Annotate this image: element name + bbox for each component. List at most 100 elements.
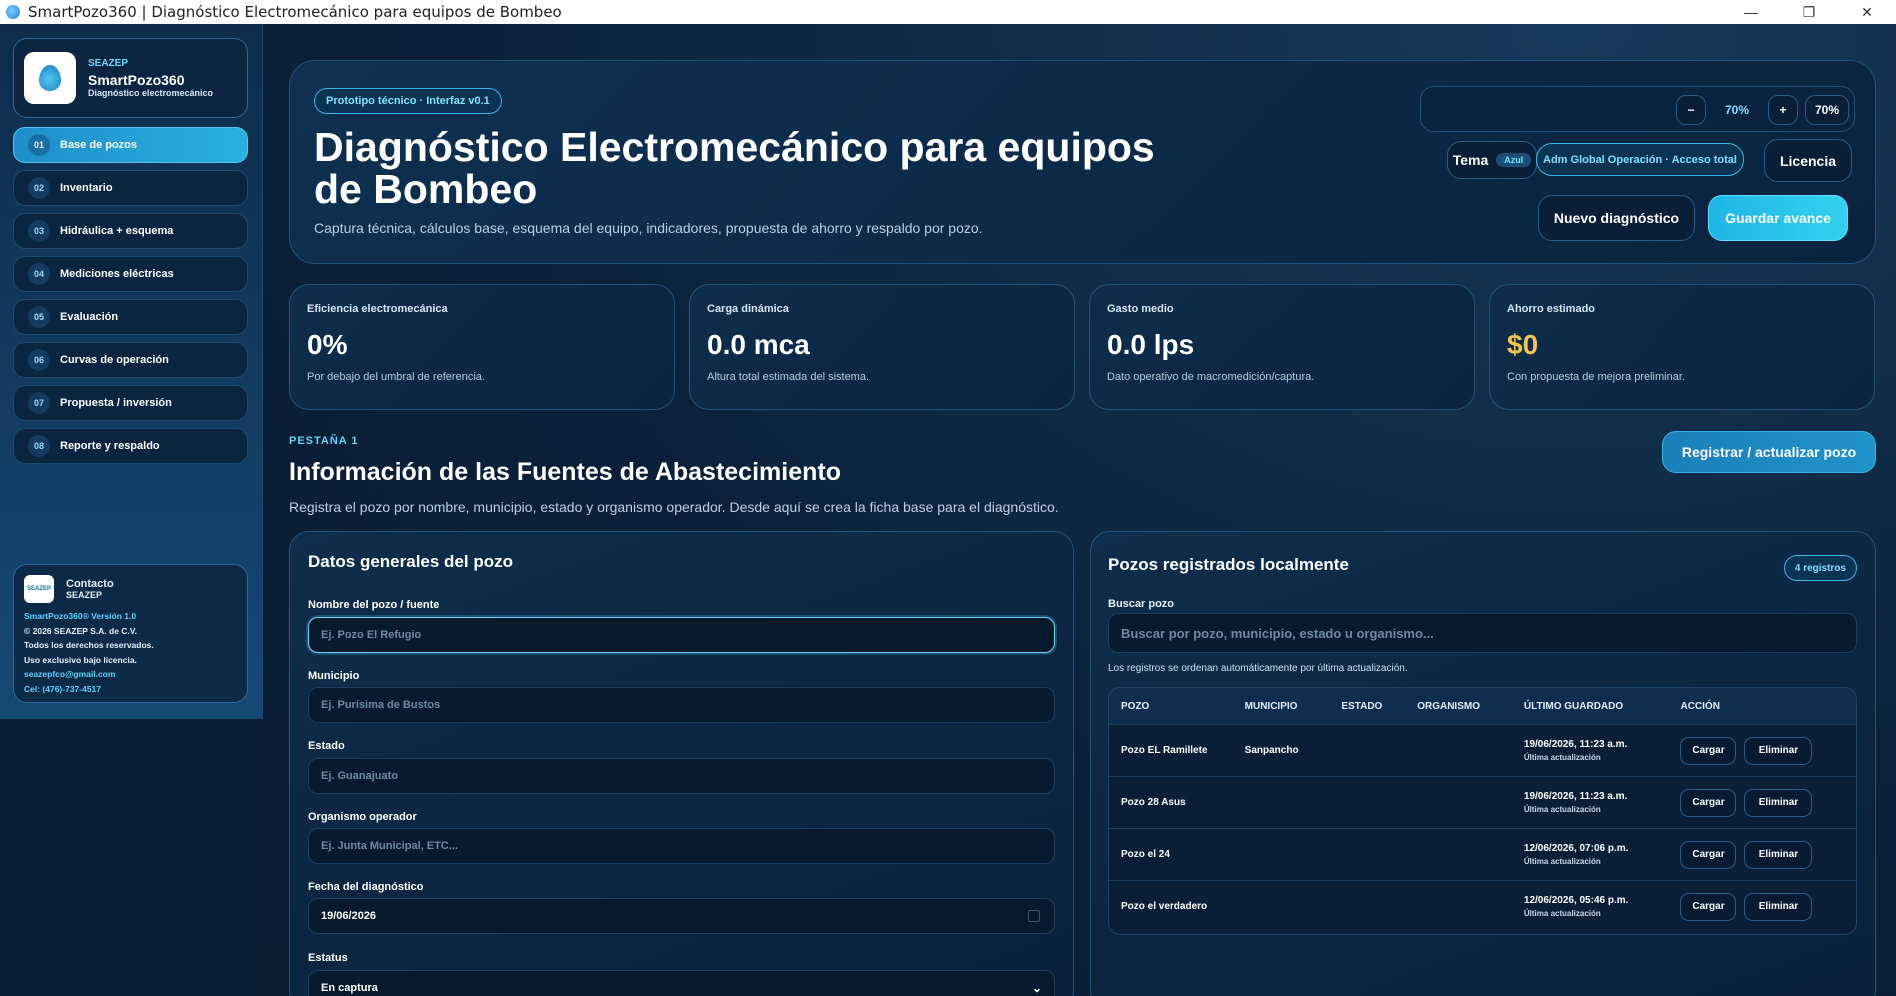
register-well-button[interactable]: Registrar / actualizar pozo — [1662, 431, 1876, 473]
version-text: SmartPozo360® Versión 1.0 — [24, 611, 137, 621]
license-button[interactable]: Licencia — [1764, 139, 1852, 182]
cell-ultimo-guardado: 12/06/2026, 05:46 p.m. Última actualizac… — [1524, 894, 1681, 920]
zoom-reset-button[interactable]: 70% — [1805, 95, 1849, 125]
main-content: Prototipo técnico · Interfaz v0.1 Diagnó… — [263, 24, 1896, 996]
kpi-card-dynamic-head: Carga dinámica 0.0 mca Altura total esti… — [689, 284, 1075, 410]
brand-subtitle: Diagnóstico electromecánico — [88, 88, 214, 98]
theme-value: Azul — [1496, 153, 1532, 167]
zoom-controls: − 70% + 70% — [1420, 86, 1855, 132]
delete-button[interactable]: Eliminar — [1744, 788, 1813, 817]
window-title: SmartPozo360 | Diagnóstico Electromecáni… — [28, 3, 562, 21]
estado-label: Estado — [308, 740, 345, 752]
column-header: ÚLTIMO GUARDADO — [1523, 700, 1624, 712]
sidebar-item-label: Evaluación — [60, 311, 119, 323]
prototype-badge: Prototipo técnico · Interfaz v0.1 — [314, 88, 502, 114]
column-header: ESTADO — [1341, 700, 1383, 712]
kpi-label: Gasto medio — [1107, 303, 1174, 315]
brand-name: SmartPozo360 — [88, 72, 185, 88]
search-input[interactable] — [1108, 613, 1857, 653]
table-row: Pozo el 24 12/06/2026, 07:06 p.m. Última… — [1109, 828, 1856, 880]
app-icon — [6, 5, 20, 19]
load-button[interactable]: Cargar — [1680, 788, 1737, 817]
email-link[interactable]: seazepfco@gmail.com — [24, 667, 237, 682]
minimize-button[interactable]: — — [1722, 0, 1780, 24]
theme-button[interactable]: Tema Azul — [1447, 141, 1537, 179]
section-title: Información de las Fuentes de Abastecimi… — [289, 458, 841, 486]
date-input[interactable]: 19/06/2026 — [308, 898, 1055, 934]
saved-note: Última actualización — [1523, 752, 1601, 762]
brand-card: SEAZEP SmartPozo360 Diagnóstico electrom… — [13, 38, 248, 118]
copyright-text: © 2026 SEAZEP S.A. de C.V. — [24, 625, 138, 636]
sidebar-item-reporte[interactable]: 08 Reporte y respaldo — [13, 428, 248, 464]
estatus-label: Estatus — [308, 952, 348, 964]
page-title: Diagnóstico Electromecánico para equipos… — [314, 124, 1155, 212]
brand-logo — [24, 52, 76, 104]
sidebar-item-base-de-pozos[interactable]: 01 Base de pozos — [13, 127, 248, 163]
sidebar-item-label: Base de pozos — [60, 139, 138, 151]
sidebar-item-hidraulica[interactable]: 03 Hidráulica + esquema — [13, 213, 248, 249]
cell-ultimo-guardado: 12/06/2026, 07:06 p.m. Última actualizac… — [1524, 842, 1681, 868]
nav-number: 02 — [28, 177, 50, 199]
nav-number: 04 — [28, 263, 50, 285]
delete-button[interactable]: Eliminar — [1744, 736, 1813, 765]
records-count-badge: 4 registros — [1783, 555, 1857, 581]
zoom-out-button[interactable]: − — [1676, 95, 1706, 125]
sidebar-item-propuesta[interactable]: 07 Propuesta / inversión — [13, 385, 248, 421]
new-diagnosis-button[interactable]: Nuevo diagnóstico — [1538, 195, 1695, 241]
estado-input[interactable] — [308, 758, 1055, 794]
theme-label: Tema — [1452, 152, 1489, 168]
sidebar-item-label: Reporte y respaldo — [60, 440, 160, 452]
sidebar-item-evaluacion[interactable]: 05 Evaluación — [13, 299, 248, 335]
cell-pozo: Pozo el 24 — [1121, 849, 1170, 860]
zoom-in-button[interactable]: + — [1768, 95, 1798, 125]
cell-actions: Cargar Eliminar — [1680, 788, 1856, 817]
kpi-card-efficiency: Eficiencia electromecánica 0% Por debajo… — [289, 284, 675, 410]
section-kicker: PESTAÑA 1 — [289, 435, 359, 447]
sidebar-item-label: Mediciones eléctricas — [60, 268, 174, 280]
well-name-input[interactable] — [308, 617, 1055, 653]
contact-org: SEAZEP — [66, 590, 103, 600]
sidebar-item-mediciones[interactable]: 04 Mediciones eléctricas — [13, 256, 248, 292]
phone-text: Cel: (476)-737-4517 — [24, 683, 102, 694]
cell-ultimo-guardado: 19/06/2026, 11:23 a.m. Última actualizac… — [1524, 790, 1681, 816]
saved-note: Última actualización — [1523, 856, 1601, 866]
chevron-down-icon: ⌄ — [1031, 981, 1042, 995]
status-select[interactable]: En captura ⌄ — [308, 970, 1055, 996]
saved-date: 12/06/2026, 07:06 p.m. — [1523, 842, 1629, 854]
hero-panel: Prototipo técnico · Interfaz v0.1 Diagnó… — [289, 60, 1876, 264]
fecha-label: Fecha del diagnóstico — [308, 881, 424, 893]
kpi-label: Eficiencia electromecánica — [307, 303, 448, 315]
load-button[interactable]: Cargar — [1680, 736, 1737, 765]
sidebar-item-curvas[interactable]: 06 Curvas de operación — [13, 342, 248, 378]
license-text: Uso exclusivo bajo licencia. — [24, 654, 137, 665]
contact-title: Contacto — [66, 578, 114, 590]
status-value: En captura — [321, 982, 378, 994]
cell-ultimo-guardado: 19/06/2026, 11:23 a.m. Última actualizac… — [1524, 738, 1681, 764]
nav-number: 08 — [28, 435, 50, 457]
kpi-footnote: Altura total estimada del sistema. — [707, 371, 870, 383]
sidebar-item-inventario[interactable]: 02 Inventario — [13, 170, 248, 206]
municipio-input[interactable] — [308, 687, 1055, 723]
kpi-value: 0.0 lps — [1107, 329, 1195, 360]
zoom-level: 70% — [1724, 103, 1750, 117]
load-button[interactable]: Cargar — [1680, 840, 1737, 869]
kpi-label: Carga dinámica — [707, 303, 789, 315]
nav-number: 03 — [28, 220, 50, 242]
kpi-value: 0% — [307, 329, 348, 360]
table-row: Pozo el verdadero 12/06/2026, 05:46 p.m.… — [1109, 880, 1856, 932]
form-title: Datos generales del pozo — [308, 552, 513, 571]
brand-org: SEAZEP — [88, 58, 129, 69]
rights-text: Todos los derechos reservados. — [24, 640, 154, 650]
close-button[interactable]: ✕ — [1838, 0, 1896, 24]
load-button[interactable]: Cargar — [1680, 892, 1737, 921]
delete-button[interactable]: Eliminar — [1744, 892, 1813, 921]
restore-button[interactable]: ❐ — [1780, 0, 1838, 24]
calendar-icon[interactable] — [1028, 910, 1040, 922]
table-header: POZO MUNICIPIO ESTADO ORGANISMO ÚLTIMO G… — [1109, 688, 1856, 724]
page-subtitle: Captura técnica, cálculos base, esquema … — [314, 220, 983, 236]
organismo-input[interactable] — [308, 828, 1055, 864]
save-progress-button[interactable]: Guardar avance — [1708, 195, 1848, 241]
table-row: Pozo 28 Asus 19/06/2026, 11:23 a.m. Últi… — [1109, 776, 1856, 828]
delete-button[interactable]: Eliminar — [1744, 840, 1813, 869]
cell-pozo: Pozo 28 Asus — [1121, 797, 1186, 808]
